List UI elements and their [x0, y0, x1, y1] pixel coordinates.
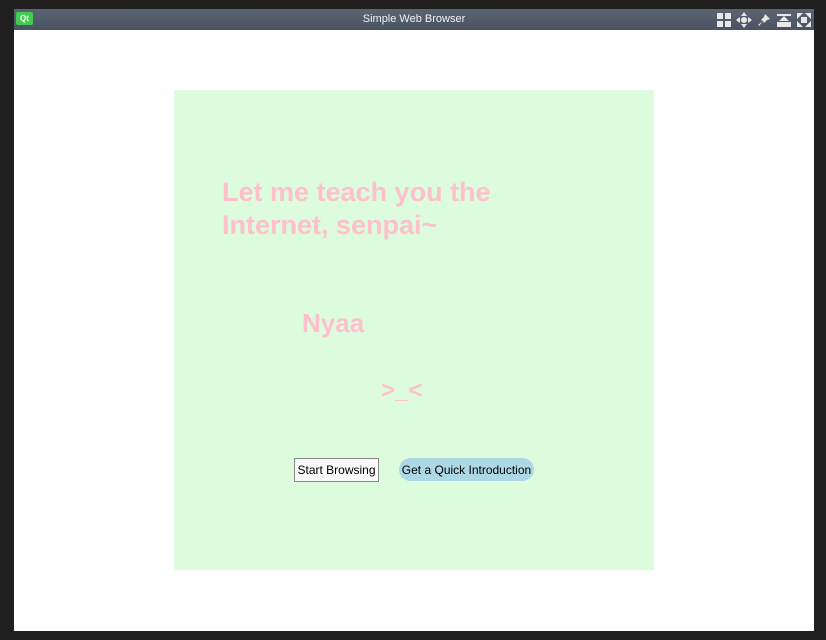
title-bar-controls — [716, 11, 812, 28]
window-title: Simple Web Browser — [362, 13, 466, 25]
nyaa-text: Nyaa — [302, 308, 365, 338]
fullscreen-icon[interactable] — [796, 12, 812, 28]
pin-icon[interactable] — [756, 12, 772, 28]
layout-grid-icon[interactable] — [716, 12, 732, 28]
welcome-panel: Let me teach you the Internet, senpai~ N… — [174, 90, 654, 570]
title-bar[interactable]: Qt Simple Web Browser — [14, 9, 814, 30]
welcome-headline: Let me teach you the Internet, senpai~ — [222, 177, 491, 240]
shade-icon[interactable] — [776, 12, 792, 28]
move-icon[interactable] — [736, 11, 752, 28]
face-emoticon: >_< — [381, 377, 423, 404]
quick-introduction-button[interactable]: Get a Quick Introduction — [399, 458, 534, 481]
browser-window: Qt Simple Web Browser Let me teach you t… — [14, 9, 814, 631]
web-content: Let me teach you the Internet, senpai~ N… — [14, 30, 814, 631]
start-browsing-button[interactable]: Start Browsing — [294, 458, 379, 482]
